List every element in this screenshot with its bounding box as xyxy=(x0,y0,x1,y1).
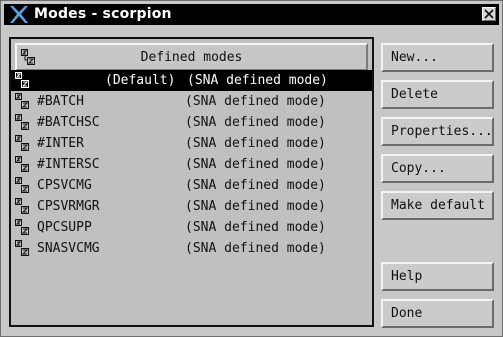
mode-name: #BATCHSC xyxy=(37,115,100,130)
mode-icon xyxy=(15,114,29,130)
title-bar[interactable]: Modes - scorpion xyxy=(4,4,499,25)
mode-icon xyxy=(15,219,29,235)
mode-name: CPSVRMGR xyxy=(37,199,100,214)
x-logo-icon xyxy=(10,6,28,23)
close-icon xyxy=(484,9,494,19)
mode-description: (SNA defined mode) xyxy=(185,94,326,109)
properties-button[interactable]: Properties... xyxy=(381,117,494,146)
mode-description: (SNA defined mode) xyxy=(185,178,326,193)
modes-window: Modes - scorpion Defined modes (Default)… xyxy=(0,0,503,337)
mode-icon xyxy=(15,93,29,109)
mode-description: (SNA defined mode) xyxy=(185,199,326,214)
list-item[interactable]: CPSVCMG (SNA defined mode) xyxy=(11,175,372,196)
mode-icon xyxy=(15,72,29,88)
copy-button[interactable]: Copy... xyxy=(381,154,494,183)
mode-icon xyxy=(15,135,29,151)
mode-description: (SNA defined mode) xyxy=(187,73,328,88)
mode-description: (SNA defined mode) xyxy=(185,220,326,235)
mode-description: (SNA defined mode) xyxy=(185,136,326,151)
mode-icon xyxy=(15,198,29,214)
list-item[interactable]: #INTERSC (SNA defined mode) xyxy=(11,154,372,175)
mode-name: #BATCH xyxy=(37,94,84,109)
mode-description: (SNA defined mode) xyxy=(185,115,326,130)
list-header-label: Defined modes xyxy=(140,50,243,65)
mode-description: (SNA defined mode) xyxy=(185,241,326,256)
delete-button[interactable]: Delete xyxy=(381,80,494,109)
list-item[interactable]: #BATCHSC (SNA defined mode) xyxy=(11,112,372,133)
list-item[interactable]: QPCSUPP (SNA defined mode) xyxy=(11,217,372,238)
mode-name: CPSVCMG xyxy=(37,178,92,193)
mode-name: #INTER xyxy=(37,136,84,151)
mode-name: (Default) xyxy=(105,73,176,88)
close-button[interactable] xyxy=(482,7,496,21)
list-item[interactable]: SNASVCMG (SNA defined mode) xyxy=(11,238,372,259)
list-header: Defined modes xyxy=(15,43,368,71)
list-rows: (Default) (SNA defined mode) #BATCH (SNA… xyxy=(11,70,372,259)
make-default-button[interactable]: Make default xyxy=(381,191,494,220)
list-item[interactable]: #INTER (SNA defined mode) xyxy=(11,133,372,154)
new-button[interactable]: New... xyxy=(381,43,494,72)
list-item[interactable]: (Default) (SNA defined mode) xyxy=(11,70,372,91)
list-item[interactable]: #BATCH (SNA defined mode) xyxy=(11,91,372,112)
mode-name: SNASVCMG xyxy=(37,241,100,256)
list-item[interactable]: CPSVRMGR (SNA defined mode) xyxy=(11,196,372,217)
help-button[interactable]: Help xyxy=(381,262,494,291)
done-button[interactable]: Done xyxy=(381,299,494,328)
mode-icon xyxy=(15,240,29,256)
window-title: Modes - scorpion xyxy=(34,6,172,22)
mode-name: QPCSUPP xyxy=(37,220,92,235)
mode-name: #INTERSC xyxy=(37,157,100,172)
mode-icon xyxy=(15,177,29,193)
mode-description: (SNA defined mode) xyxy=(185,157,326,172)
mode-icon xyxy=(15,156,29,172)
modes-list[interactable]: Defined modes (Default) (SNA defined mod… xyxy=(9,37,374,327)
